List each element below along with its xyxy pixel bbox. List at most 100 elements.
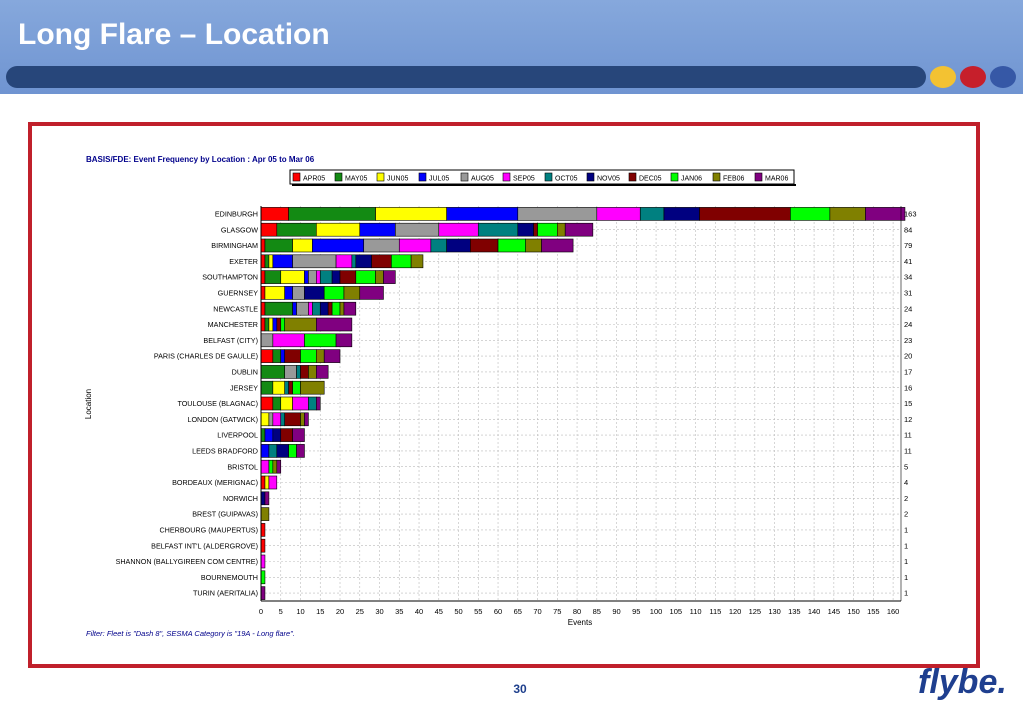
x-tick-label: 60	[494, 607, 502, 616]
bar-segment	[264, 475, 270, 490]
y-tick-label: BORDEAUX (MERIGNAC)	[172, 478, 258, 487]
bar-segment	[272, 459, 278, 474]
bar-segment	[596, 207, 641, 221]
x-tick-label: 105	[670, 607, 683, 616]
bar-segment	[430, 238, 447, 253]
row-total-label: 11	[904, 431, 912, 440]
x-tick-label: 5	[279, 607, 283, 616]
x-tick-label: 100	[650, 607, 663, 616]
x-tick-label: 90	[612, 607, 620, 616]
x-tick-label: 10	[296, 607, 304, 616]
bar-segment	[339, 301, 345, 316]
legend-swatch	[292, 172, 301, 182]
bar-segment	[304, 412, 309, 427]
bar-segment	[395, 222, 440, 237]
y-tick-label: EDINBURGH	[215, 210, 258, 219]
x-tick-label: 120	[729, 607, 742, 616]
x-tick-label: 130	[768, 607, 781, 616]
x-tick-label: 50	[454, 607, 462, 616]
y-axis-title: Location	[84, 389, 93, 419]
bar-segment	[497, 238, 526, 253]
x-tick-label: 0	[259, 607, 263, 616]
x-tick-label: 30	[375, 607, 383, 616]
legend-label: OCT05	[555, 176, 578, 183]
bar-segment	[308, 270, 317, 284]
bar-segment	[359, 222, 396, 237]
y-tick-label: BREST (GUIPAVAS)	[192, 510, 258, 519]
bar-segment	[292, 238, 313, 253]
page-number: 30	[513, 682, 527, 696]
bar-segment	[272, 428, 282, 442]
bar-segment	[331, 301, 341, 316]
bar-segment	[288, 207, 376, 221]
y-tick-label: NORWICH	[223, 494, 258, 503]
bar-segment	[323, 349, 341, 363]
bar-segment	[272, 396, 282, 411]
y-tick-label: BELFAST INT'L (ALDERGROVE)	[151, 541, 258, 550]
bar-segment	[363, 238, 400, 253]
bar-segment	[300, 380, 325, 395]
bar-segment	[264, 317, 270, 332]
y-tick-label: CHERBOURG (MAUPERTUS)	[159, 526, 258, 535]
bar-segment	[284, 317, 317, 332]
bar-segment	[260, 286, 266, 300]
red-dot-decoration	[960, 66, 986, 88]
bar-segment	[525, 238, 542, 253]
bar-segment	[304, 270, 309, 284]
bar-segment	[312, 301, 321, 316]
x-tick-label: 85	[593, 607, 601, 616]
bar-segment	[375, 207, 447, 221]
bar-segment	[284, 412, 301, 427]
bar-segment	[288, 444, 297, 458]
bar-segment	[355, 254, 372, 269]
yellow-dot-decoration	[930, 66, 956, 88]
bar-segment	[276, 444, 289, 458]
bar-segment	[260, 333, 274, 348]
x-axis-title: Events	[568, 618, 592, 627]
legend-label: SEP05	[513, 176, 535, 183]
y-tick-label: SOUTHAMPTON	[202, 273, 258, 282]
chart-svg: BASIS/FDE: Event Frequency by Location :…	[84, 155, 917, 638]
bar-segment	[339, 270, 357, 284]
bar-segment	[264, 286, 286, 300]
legend-shadow	[292, 184, 796, 186]
bar-segment	[284, 286, 293, 300]
row-total-label: 20	[904, 352, 912, 361]
y-tick-label: TOULOUSE (BLAGNAC)	[177, 399, 258, 408]
row-total-label: 24	[904, 320, 912, 329]
bar-segment	[300, 412, 305, 427]
bar-segment	[319, 270, 333, 284]
bar-segment	[470, 238, 499, 253]
bar-segment	[343, 286, 361, 300]
legend-label: JAN06	[681, 176, 702, 183]
bar-segment	[272, 380, 286, 395]
chart-footnote: Filter: Fleet is "Dash 8", SESMA Categor…	[86, 629, 295, 638]
y-tick-label: BRISTOL	[227, 462, 258, 471]
bar-segment	[292, 428, 305, 442]
legend-swatch	[460, 172, 469, 182]
row-total-label: 1	[904, 589, 908, 598]
row-total-label: 24	[904, 304, 912, 313]
bar-segment	[264, 238, 293, 253]
bar-segment	[438, 222, 479, 237]
bar-segment	[537, 222, 558, 237]
bar-segment	[280, 412, 286, 427]
y-tick-label: BIRMINGHAM	[211, 241, 258, 250]
x-tick-label: 125	[749, 607, 762, 616]
legend-label: MAR06	[765, 176, 788, 183]
bar-segment	[865, 207, 906, 221]
y-tick-label: LIVERPOOL	[217, 431, 258, 440]
bar-segment	[541, 238, 574, 253]
bar-segment	[260, 459, 270, 474]
row-total-label: 79	[904, 241, 912, 250]
x-tick-label: 135	[788, 607, 801, 616]
bar-segment	[564, 222, 594, 237]
bar-segment	[264, 491, 270, 506]
x-tick-label: 35	[395, 607, 403, 616]
bar-segment	[260, 538, 266, 553]
row-total-label: 41	[904, 257, 912, 266]
bar-segment	[316, 365, 329, 379]
x-tick-label: 155	[867, 607, 880, 616]
blue-dot-decoration	[990, 66, 1016, 88]
y-tick-label: LONDON (GATWICK)	[187, 415, 258, 424]
